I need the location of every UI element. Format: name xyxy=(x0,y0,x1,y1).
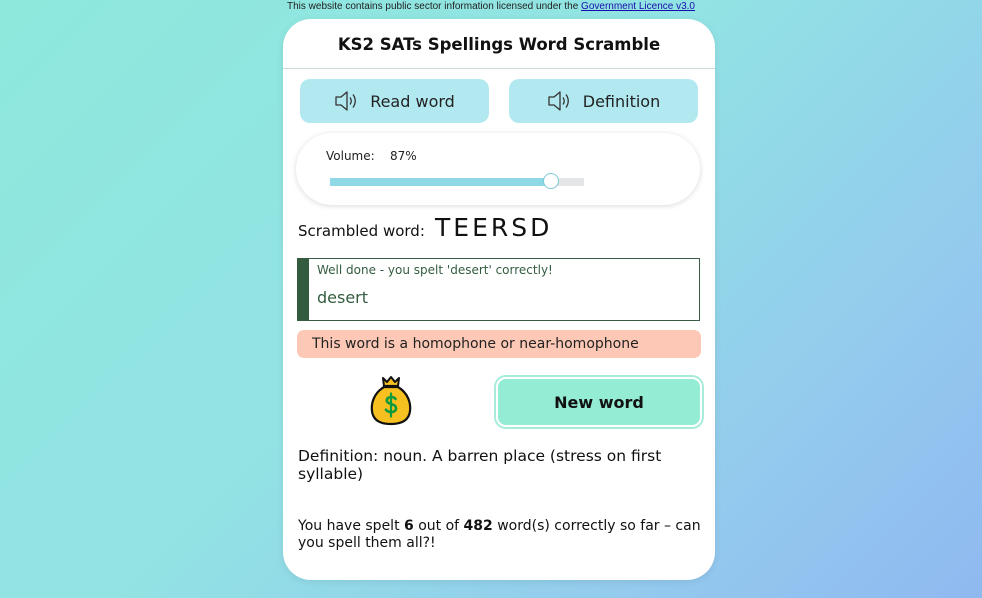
speaker-icon xyxy=(548,91,569,111)
licence-notice: This website contains public sector info… xyxy=(0,1,982,13)
progress-text: You have spelt 6 out of 482 word(s) corr… xyxy=(298,518,708,552)
total-count: 482 xyxy=(463,518,493,534)
definition-text: Definition: noun. A barren place (stress… xyxy=(298,447,662,483)
scrambled-word: TEERSD xyxy=(435,213,553,242)
licence-text: This website contains public sector info… xyxy=(287,1,582,12)
money-bag-icon xyxy=(370,376,412,426)
volume-slider[interactable] xyxy=(330,173,584,189)
read-word-label: Read word xyxy=(370,91,455,111)
title-divider xyxy=(283,68,715,69)
volume-control: Volume: 87% xyxy=(296,133,700,205)
page-title: KS2 SATs Spellings Word Scramble xyxy=(337,35,661,54)
government-licence-link[interactable]: Government Licence v3.0 xyxy=(581,1,695,12)
answer-input[interactable] xyxy=(317,288,687,307)
progress-middle: out of xyxy=(413,518,464,534)
scrambled-word-label: Scrambled word: xyxy=(298,222,425,240)
game-card: KS2 SATs Spellings Word Scramble Read wo… xyxy=(283,19,715,580)
progress-prefix: You have spelt xyxy=(298,518,405,534)
definition-button[interactable]: Definition xyxy=(509,79,698,123)
new-word-button[interactable]: New word xyxy=(496,377,702,427)
definition-label: Definition xyxy=(582,91,661,111)
speaker-icon xyxy=(335,91,357,111)
volume-label: Volume: xyxy=(326,149,375,163)
read-word-button[interactable]: Read word xyxy=(300,79,489,123)
homophone-notice: This word is a homophone or near-homopho… xyxy=(297,330,701,358)
volume-value: 87% xyxy=(390,149,417,163)
correct-count: 6 xyxy=(404,518,414,534)
volume-slider-fill xyxy=(330,178,551,186)
feedback-message: Well done - you spelt 'desert' correctly… xyxy=(317,263,553,277)
answer-box: Well done - you spelt 'desert' correctly… xyxy=(297,258,700,321)
volume-slider-thumb[interactable] xyxy=(542,173,559,189)
